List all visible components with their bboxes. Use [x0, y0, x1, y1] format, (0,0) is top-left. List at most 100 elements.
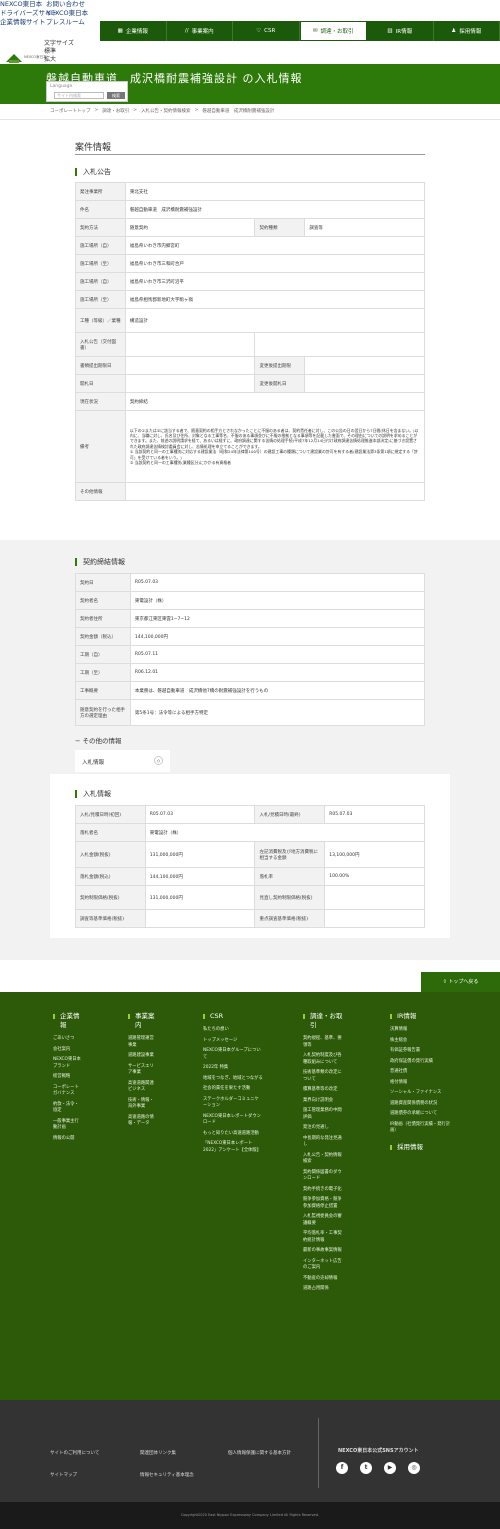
footer-link[interactable]: ごあいさつ	[53, 1036, 83, 1043]
footer-link[interactable]: 有価証券報告書	[390, 1048, 455, 1055]
footer-link[interactable]: 一般事業主行動計画	[53, 1119, 83, 1132]
cell-key: 施工場所（至）	[75, 290, 126, 309]
font-size-label: 文字サイズ	[44, 40, 74, 47]
footer-col-items: ごあいさつ会社案内 NEXCO東日本ブランド経営戦略コーポレートガバナンス 約款・法…	[53, 1036, 83, 1142]
footer-link[interactable]: 社会的責任を果たす活動	[203, 1086, 263, 1093]
cell-value: 磐越自動車道 成沢橋耐震補強設計	[124, 200, 426, 219]
footer-link[interactable]: ソーシャル・ファイナンス	[390, 1090, 455, 1097]
footer-link[interactable]: トップメッセージ	[203, 1038, 263, 1045]
cell-key: 変更後提出期限	[254, 356, 306, 375]
footer-link[interactable]: 入札監視委員会の審議概要	[303, 1214, 343, 1227]
footer-link[interactable]: 道路占用関係	[303, 1286, 343, 1293]
footer-link[interactable]: 入札公告・契約情報検索	[303, 1153, 343, 1166]
gnav-procurement[interactable]: ✉ 調達・お取引	[299, 21, 367, 41]
footer-link[interactable]: もっと知りたい高速道路活動	[203, 1131, 263, 1138]
footer-link[interactable]: 最新の事故事案情報	[303, 1248, 343, 1255]
footer-recruit-link[interactable]: 採用情報	[390, 1143, 455, 1152]
footer-link[interactable]: 契約関係図書のダウンロード	[303, 1170, 343, 1183]
gnav-csr[interactable]: ♡ CSR	[233, 21, 300, 41]
footer-link[interactable]: 経営戦略	[53, 1074, 83, 1081]
footer-link[interactable]: 約款・法令・協定	[53, 1102, 83, 1115]
tab-bid-info[interactable]: 入札情報 ◇	[75, 750, 170, 772]
footer-link[interactable]: 技術基準類の改定について	[303, 1070, 343, 1083]
cell-value	[124, 374, 256, 393]
footer-col-title[interactable]: IR情報	[390, 1012, 455, 1021]
footer-link[interactable]: 平均落札率・工事契約統計情報	[303, 1231, 343, 1244]
footer-link[interactable]: 道路建設事業	[128, 1053, 158, 1060]
footer-link[interactable]: 競争参加資格・競争参加資格停止措置	[303, 1197, 343, 1210]
page-top-button[interactable]: ⇧ トップへ戻る	[421, 972, 500, 992]
footer-link-site-use[interactable]: サイトのご利用について	[50, 1450, 99, 1456]
footer-link[interactable]: 入札契約制度及び各種取組みについて	[303, 1053, 343, 1066]
footer-link[interactable]: NEXCO東日本レポートダウンロード	[203, 1114, 263, 1127]
footer-link-security[interactable]: 情報セキュリティ基本理念	[140, 1472, 194, 1478]
footer-link[interactable]: NEXCO東日本ブランド	[53, 1057, 83, 1070]
footer-link[interactable]: 道路債券の承継について	[390, 1111, 455, 1118]
footer-link[interactable]: 技術・情報・海外事業	[128, 1098, 158, 1111]
footer-link[interactable]: 高速道路関連ビジネス	[128, 1081, 158, 1094]
footer-link[interactable]: コーポレートガバナンス	[53, 1085, 83, 1098]
footer-link[interactable]: ステークホルダーコミュニケーション	[203, 1097, 263, 1110]
footer-link-related[interactable]: 関連団体リンク集	[140, 1450, 176, 1456]
gnav-company[interactable]: ▦ 企業情報	[100, 21, 167, 41]
footer-link[interactable]: 格付情報	[390, 1080, 455, 1087]
gnav-ir[interactable]: ▥ IR情報	[367, 21, 434, 41]
footer-link[interactable]: 私たちの想い	[203, 1027, 263, 1034]
twitter-icon[interactable]: t	[360, 1462, 372, 1474]
footer-col-title[interactable]: 調達・お取引	[303, 1012, 343, 1030]
instagram-icon[interactable]: ◎	[408, 1462, 420, 1474]
cell-value	[124, 356, 256, 375]
breadcrumb-current: 磐越自動車道 成沢橋耐震補強設計	[202, 109, 275, 114]
footer-link[interactable]: 「NEXCO東日本レポート2022」アンケート【全体版】	[203, 1141, 263, 1154]
footer-link[interactable]: インターネット広告のご案内	[303, 1259, 343, 1272]
person-icon: ♟	[451, 28, 457, 34]
gnav-business[interactable]: //事業案内	[167, 21, 233, 41]
nexco-link[interactable]: NEXCO東日本	[46, 9, 88, 18]
footer-link[interactable]: 地域をつなぎ、地域とつながる	[203, 1076, 263, 1083]
footer-link[interactable]: 契約手続きの電子化	[303, 1187, 343, 1194]
footer-col-title[interactable]: CSR	[203, 1012, 263, 1021]
footer-link[interactable]: NEXCO東日本グループについて	[203, 1048, 263, 1061]
footer-link[interactable]: 株主総会	[390, 1038, 455, 1045]
footer-link[interactable]: 決算情報	[390, 1027, 455, 1034]
font-size-large[interactable]: 拡大	[44, 56, 74, 64]
table-row: 落札者名 東電設計（株）	[75, 823, 426, 842]
facebook-icon[interactable]: f	[336, 1462, 348, 1474]
footer-link-privacy[interactable]: 個人情報保護に関する基本方針	[228, 1450, 291, 1456]
footer-link[interactable]: 不動産の売却情報	[303, 1276, 343, 1283]
gnav-recruit[interactable]: ♟ 採用情報	[434, 21, 500, 41]
footer-link[interactable]: 積算基準等の改定	[303, 1087, 343, 1094]
footer-link[interactable]: 2022年 特集	[203, 1065, 263, 1072]
font-size-standard[interactable]: 標準	[44, 48, 74, 56]
breadcrumb-item[interactable]: 調達・お取引	[102, 108, 129, 114]
footer-link[interactable]: 業界向け説明会	[303, 1098, 343, 1105]
footer-link[interactable]: 発注の見通し	[303, 1125, 343, 1132]
footer-link[interactable]: 情報の公開	[53, 1136, 83, 1143]
footer-link[interactable]: サービスエリア事業	[128, 1064, 158, 1077]
breadcrumb-item[interactable]: コーポレートトップ	[50, 108, 91, 114]
cell-value: 東電設計（株）	[129, 591, 426, 610]
footer-link[interactable]: 政府保証債の発行実績	[390, 1059, 455, 1066]
contact-link[interactable]: お問い合わせ	[46, 0, 88, 9]
footer-link[interactable]: 契約規程、基準、要領等	[303, 1036, 343, 1049]
footer-col-title[interactable]: 事業案内	[128, 1012, 158, 1030]
table-row: 工期（至） R06.12.01	[75, 663, 426, 682]
footer-link[interactable]: 高速道路の情報・データ	[128, 1115, 158, 1128]
footer-link[interactable]: 道路資産関係債務の状況	[390, 1101, 455, 1108]
footer-link-sitemap[interactable]: サイトマップ	[50, 1472, 77, 1478]
site-search-button[interactable]: 検索	[107, 92, 125, 99]
cell-key: 施工場所（至）	[75, 254, 126, 273]
footer-link[interactable]: 中長期的な発注見通し	[303, 1136, 343, 1149]
footer-link[interactable]: 道路管理運営事業	[128, 1036, 158, 1049]
site-search-input[interactable]: サイト内検索	[54, 92, 104, 99]
language-label[interactable]: Language	[50, 84, 124, 89]
youtube-icon[interactable]: ▶	[384, 1462, 396, 1474]
section-title-case: 案件情報	[75, 143, 112, 153]
footer-link[interactable]: 会社案内	[53, 1047, 83, 1054]
footer-link[interactable]: 普通社債	[390, 1069, 455, 1076]
breadcrumb-item[interactable]: 入札公告・契約情報検索	[141, 108, 191, 114]
press-link[interactable]: プレスルーム	[46, 18, 88, 27]
footer-col-title[interactable]: 企業情報	[53, 1012, 83, 1030]
footer-link[interactable]: 施工管理業務の中間評価	[303, 1108, 343, 1121]
footer-link[interactable]: IR動画（社債発行実績・発行計画）	[390, 1122, 455, 1135]
